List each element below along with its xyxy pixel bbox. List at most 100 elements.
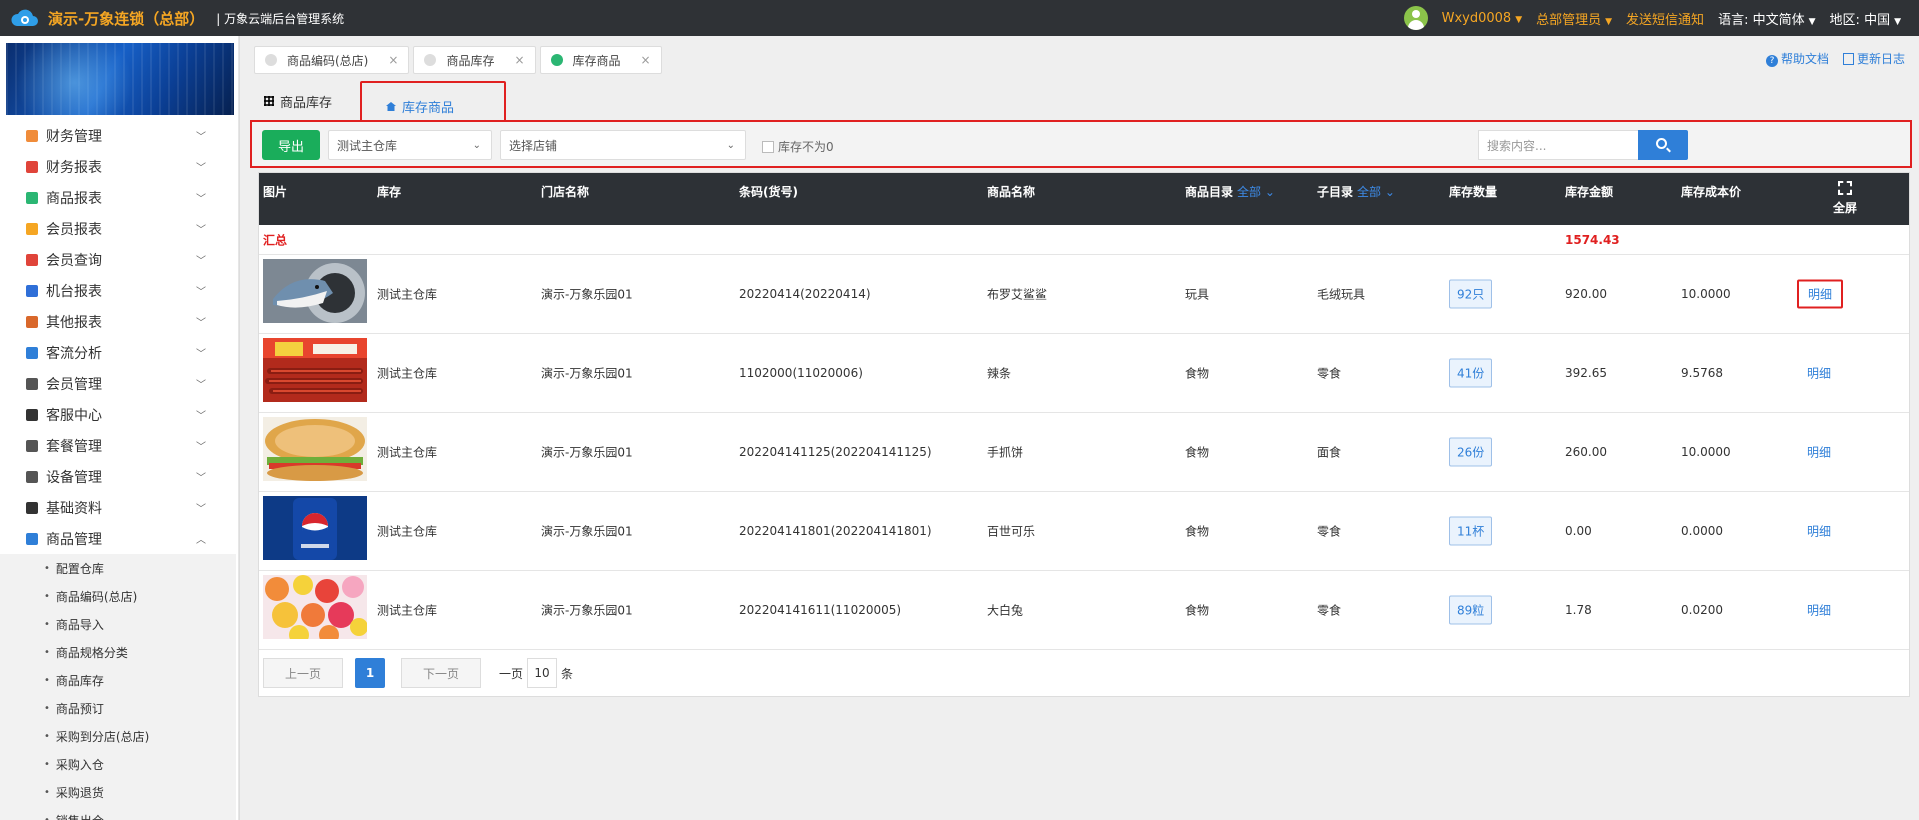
sidebar-scroll-thumb[interactable] [239, 76, 240, 616]
prev-page-button[interactable]: 上一页 [263, 658, 343, 688]
col-stock: 库存 [377, 185, 402, 199]
expand-icon [1838, 181, 1852, 195]
open-tab[interactable]: 商品库存 × [413, 46, 536, 74]
detail-link[interactable]: 明细 [1807, 365, 1831, 382]
menu-icon [26, 346, 38, 359]
search-button[interactable] [1638, 130, 1688, 160]
cell-subcategory: 毛绒玩具 [1317, 287, 1366, 302]
sidebar-subitem[interactable]: 商品预订 [0, 694, 236, 722]
product-image-spicy-strips [263, 338, 367, 402]
warehouse-select[interactable]: 测试主仓库 ⌄ [328, 130, 492, 160]
sidebar-item[interactable]: 会员报表 ﹀ [0, 213, 230, 244]
help-doc-link[interactable]: ? 帮助文档 [1765, 50, 1829, 67]
export-button[interactable]: 导出 [262, 130, 320, 160]
close-icon[interactable]: × [388, 53, 398, 67]
cell-stock: 测试主仓库 [377, 287, 438, 302]
cell-qty-badge: 11杯 [1449, 516, 1493, 546]
cell-amount: 0.00 [1565, 524, 1592, 538]
sidebar-item[interactable]: 其他报表 ﹀ [0, 306, 230, 337]
sidebar-item[interactable]: 客服中心 ﹀ [0, 399, 230, 430]
cell-stock: 测试主仓库 [377, 603, 438, 618]
col-qty: 库存数量 [1449, 185, 1498, 199]
search-input[interactable]: 搜索内容... [1478, 130, 1640, 160]
sidebar-item[interactable]: 财务报表 ﹀ [0, 151, 230, 182]
region-selector[interactable]: 地区: 中国 ▼ [1830, 9, 1901, 28]
chevron-down-icon: ﹀ [196, 380, 206, 391]
page-1-button[interactable]: 1 [355, 658, 385, 688]
table-row: 测试主仓库 演示-万象乐园01 202204141125(202204141125)… [259, 413, 1909, 492]
menu-icon [26, 532, 38, 545]
user-avatar-icon[interactable] [1403, 6, 1428, 30]
close-icon[interactable]: × [641, 53, 651, 67]
sidebar-subitem[interactable]: 商品规格分类 [0, 638, 236, 666]
cell-barcode: 1102000(11020006) [739, 366, 863, 380]
search-icon [1656, 138, 1667, 149]
detail-link[interactable]: 明细 [1797, 279, 1844, 309]
sidebar-item[interactable]: 机台报表 ﹀ [0, 275, 230, 306]
sidebar-menu: 财务管理 ﹀ 财务报表 ﹀ 商品报表 ﹀ 会员报表 ﹀ 会员查询 ﹀ 机台报表 ﹀ 其他报表 ﹀ 客流分析 ﹀… [0, 120, 239, 820]
subcategory-filter[interactable]: 全部 ⌄ [1357, 185, 1395, 199]
cell-store: 演示-万象乐园01 [541, 603, 633, 618]
sms-notify-link[interactable]: 发送短信通知 [1626, 9, 1704, 28]
sidebar: 财务管理 ﹀ 财务报表 ﹀ 商品报表 ﹀ 会员报表 ﹀ 会员查询 ﹀ 机台报表 ﹀ 其他报表 ﹀ 客流分析 ﹀… [0, 36, 240, 820]
cell-amount: 1.78 [1565, 603, 1592, 617]
chevron-down-icon: ﹀ [196, 256, 206, 267]
sidebar-item[interactable]: 商品报表 ﹀ [0, 182, 230, 213]
open-tabs: 商品编码(总店) × 商品库存 × 库存商品 × [254, 46, 662, 74]
cell-stock: 测试主仓库 [377, 445, 438, 460]
sidebar-item[interactable]: 客流分析 ﹀ [0, 337, 230, 368]
menu-icon [26, 470, 38, 483]
category-filter[interactable]: 全部 ⌄ [1237, 185, 1275, 199]
sidebar-item[interactable]: 会员管理 ﹀ [0, 368, 230, 399]
detail-link[interactable]: 明细 [1807, 444, 1831, 461]
store-select[interactable]: 选择店铺 ⌄ [500, 130, 746, 160]
sidebar-item[interactable]: 设备管理 ﹀ [0, 461, 230, 492]
update-log-link[interactable]: 更新日志 [1842, 50, 1905, 67]
sidebar-item[interactable]: 会员查询 ﹀ [0, 244, 230, 275]
role-menu[interactable]: 总部管理员 ▼ [1536, 9, 1612, 28]
tab-stock[interactable]: 商品库存 [264, 92, 332, 111]
table-row: 测试主仓库 演示-万象乐园01 202204141801(202204141801)… [259, 492, 1909, 571]
sidebar-subitem[interactable]: 采购到分店(总店) [0, 722, 236, 750]
sidebar-subitem[interactable]: 商品编码(总店) [0, 582, 236, 610]
sidebar-subitem[interactable]: 商品库存 [0, 666, 236, 694]
product-image-candy [263, 575, 367, 639]
detail-link[interactable]: 明细 [1807, 602, 1831, 619]
chevron-down-icon: ⌄ [726, 139, 735, 151]
username-menu[interactable]: Wxyd0008 ▼ [1442, 11, 1523, 26]
open-tab[interactable]: 库存商品 × [539, 46, 662, 74]
sidebar-item[interactable]: 基础资料 ﹀ [0, 492, 230, 523]
language-selector[interactable]: 语言: 中文简体 ▼ [1718, 9, 1815, 28]
sidebar-item-label: 套餐管理 [46, 438, 102, 455]
sidebar-item-label: 机台报表 [46, 283, 102, 300]
next-page-button[interactable]: 下一页 [401, 658, 481, 688]
brand-title: 演示-万象连锁（总部） [48, 9, 205, 28]
page-size-suffix: 条 [561, 666, 574, 681]
sidebar-subitem[interactable]: 配置仓库 [0, 554, 236, 582]
sidebar-subitem[interactable]: 采购退货 [0, 778, 236, 806]
stock-nonzero-checkbox[interactable]: 库存不为0 [762, 138, 834, 155]
sidebar-item-label: 财务管理 [46, 128, 102, 145]
open-tab[interactable]: 商品编码(总店) × [254, 46, 410, 74]
detail-link[interactable]: 明细 [1807, 523, 1831, 540]
sidebar-item-label: 客流分析 [46, 345, 102, 362]
sidebar-subitem[interactable]: 销售出仓 [0, 806, 236, 820]
sidebar-item[interactable]: 套餐管理 ﹀ [0, 430, 230, 461]
sidebar-subitem[interactable]: 采购入仓 [0, 750, 236, 778]
table-header: 图片 库存 门店名称 条码(货号) 商品名称 商品目录 全部 ⌄ 子目录 全部 ⌄ … [259, 173, 1909, 225]
checkbox-box[interactable] [762, 140, 774, 153]
document-icon [1842, 53, 1854, 65]
fullscreen-button[interactable]: 全屏 [1833, 181, 1857, 216]
cell-barcode: 202204141125(202204141125) [739, 445, 932, 459]
sidebar-item[interactable]: 商品管理 ︿ [0, 523, 230, 554]
sidebar-item-label: 会员管理 [46, 376, 102, 393]
close-icon[interactable]: × [514, 53, 524, 67]
menu-icon [26, 160, 38, 173]
col-category: 商品目录 全部 ⌄ [1185, 185, 1275, 199]
cell-category: 食物 [1185, 603, 1210, 618]
menu-icon [26, 377, 38, 390]
page-size-input[interactable]: 10 [527, 658, 558, 688]
sidebar-item[interactable]: 财务管理 ﹀ [0, 120, 230, 151]
sidebar-subitem[interactable]: 商品导入 [0, 610, 236, 638]
grid-icon [264, 96, 274, 106]
